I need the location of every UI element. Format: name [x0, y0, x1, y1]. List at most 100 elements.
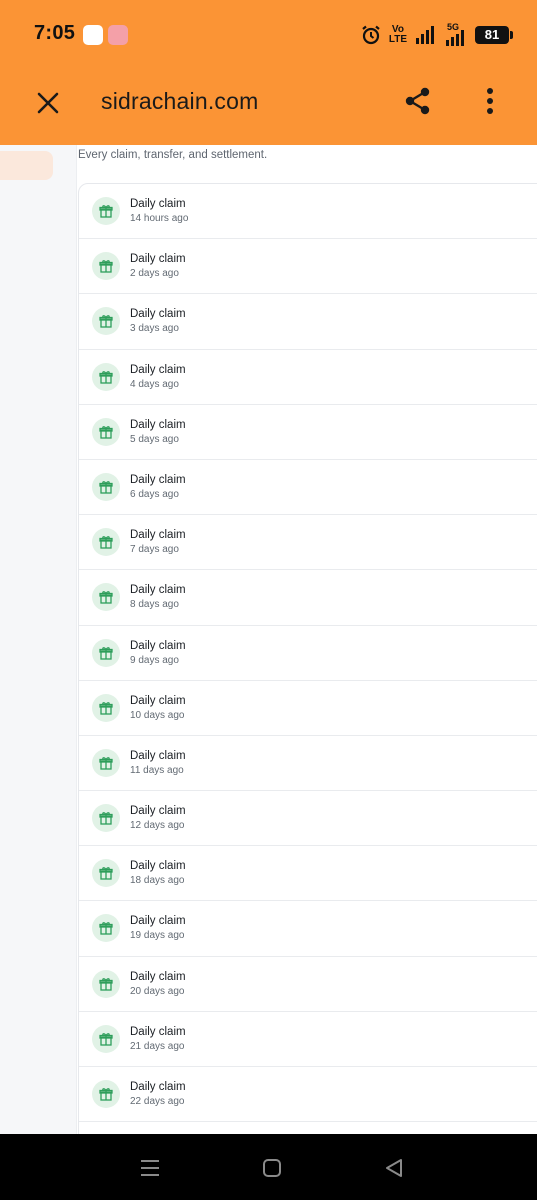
activity-row[interactable]: Daily claim 19 days ago [79, 901, 537, 957]
activity-row[interactable]: Daily claim 11 days ago [79, 736, 537, 792]
activity-title: Daily claim [130, 970, 186, 983]
activity-title: Daily claim [130, 1025, 186, 1038]
share-button[interactable] [400, 83, 436, 119]
gift-icon [92, 859, 120, 888]
activity-time: 7 days ago [130, 544, 179, 556]
activity-row[interactable]: Daily claim 18 days ago [79, 846, 537, 902]
activity-row[interactable]: Daily claim 4 days ago [79, 350, 537, 405]
gift-icon [92, 638, 120, 667]
activity-title: Daily claim [130, 584, 186, 597]
activity-title: Daily claim [130, 198, 186, 210]
activity-title: Daily claim [130, 308, 186, 321]
activity-title: Daily claim [130, 253, 186, 266]
activity-time: 10 days ago [130, 709, 185, 721]
gift-icon [92, 748, 120, 777]
url-text[interactable]: sidrachain.com [101, 88, 258, 115]
activity-row[interactable]: Daily claim 9 days ago [79, 626, 537, 681]
activity-row[interactable]: Daily claim 5 days ago [79, 405, 537, 460]
activity-time: 18 days ago [130, 875, 185, 887]
more-vert-icon [487, 88, 493, 114]
status-time: 7:05 [34, 22, 76, 44]
browser-toolbar: sidrachain.com [0, 68, 537, 145]
activity-title: Daily claim [130, 363, 186, 376]
activity-time: 3 days ago [130, 323, 179, 335]
activity-row[interactable]: Daily claim 6 days ago [79, 460, 537, 516]
activity-title: Daily claim [130, 473, 186, 486]
activity-row[interactable]: Daily claim 3 days ago [79, 294, 537, 350]
activity-time: 5 days ago [130, 433, 179, 445]
activity-row[interactable]: Daily claim 14 hours ago [79, 184, 537, 240]
app-notification-icon [108, 25, 128, 45]
activity-time: 12 days ago [130, 820, 185, 832]
share-icon [405, 87, 430, 115]
home-square-icon [263, 1159, 281, 1177]
web-page: Every claim, transfer, and settlement. D… [0, 145, 537, 1134]
activity-time: 21 days ago [130, 1040, 185, 1052]
more-options-button[interactable] [472, 83, 508, 119]
activity-row[interactable]: Daily claim 20 days ago [79, 957, 537, 1012]
alarm-icon [362, 25, 380, 45]
activity-title: Daily claim [130, 639, 186, 652]
gift-icon [92, 1024, 120, 1053]
battery-indicator: 81 [475, 26, 513, 44]
activity-title: Daily claim [130, 694, 186, 707]
gift-icon [92, 969, 120, 998]
activity-time: 20 days ago [130, 985, 185, 997]
activity-title: Daily claim [130, 860, 186, 873]
gift-icon [92, 583, 120, 612]
app-notification-icon [83, 25, 103, 45]
gift-icon [92, 417, 120, 446]
activity-list: Daily claim 14 hours ago Daily claim 2 days… [78, 183, 537, 1134]
gift-icon [92, 804, 120, 833]
activity-time: 4 days ago [130, 378, 179, 390]
close-icon [37, 92, 59, 114]
activity-row[interactable]: Daily claim 7 days ago [79, 515, 537, 571]
signal-icon [416, 26, 434, 44]
gift-icon [92, 1080, 120, 1108]
gift-icon [92, 307, 120, 336]
activity-title: Daily claim [130, 529, 186, 542]
page-subtitle: Every claim, transfer, and settlement. [78, 149, 268, 161]
gift-icon [92, 197, 120, 225]
gift-icon [92, 914, 120, 943]
activity-title: Daily claim [130, 1081, 186, 1093]
browser-header: 7:05 Vo LTE 5G 81 sidrachain.com [0, 0, 537, 145]
signal-5g-indicator: 5G [443, 22, 467, 46]
activity-time: 9 days ago [130, 654, 179, 666]
sidebar [0, 145, 77, 1134]
system-nav-bar [0, 1134, 537, 1200]
activity-title: Daily claim [130, 418, 186, 431]
activity-row[interactable]: Daily claim 22 days ago [79, 1067, 537, 1123]
activity-time: 8 days ago [130, 599, 179, 611]
activity-title: Daily claim [130, 749, 186, 762]
close-button[interactable] [30, 85, 66, 121]
gift-icon [92, 362, 120, 391]
gift-icon [92, 693, 120, 722]
activity-time: 19 days ago [130, 930, 185, 942]
back-triangle-icon [386, 1159, 402, 1177]
activity-time: 6 days ago [130, 488, 179, 500]
activity-row[interactable]: Daily claim 2 days ago [79, 239, 537, 295]
activity-row[interactable] [79, 1122, 537, 1134]
recent-apps-button[interactable] [137, 1155, 163, 1181]
activity-row[interactable]: Daily claim 21 days ago [79, 1012, 537, 1067]
activity-title: Daily claim [130, 915, 186, 928]
activity-row[interactable]: Daily claim 12 days ago [79, 791, 537, 847]
status-indicators: Vo LTE 5G 81 [361, 22, 513, 48]
sidebar-active-item[interactable] [0, 151, 53, 180]
home-button[interactable] [259, 1155, 285, 1181]
activity-time: 11 days ago [130, 764, 184, 776]
activity-row[interactable]: Daily claim 10 days ago [79, 681, 537, 736]
status-bar: 7:05 Vo LTE 5G 81 [0, 0, 537, 68]
activity-time: 2 days ago [130, 268, 179, 280]
menu-icon [141, 1160, 159, 1176]
gift-icon [92, 252, 120, 281]
gift-icon [92, 528, 120, 557]
back-button[interactable] [381, 1155, 407, 1181]
activity-time: 14 hours ago [130, 213, 189, 224]
activity-title: Daily claim [130, 805, 186, 818]
gift-icon [92, 472, 120, 501]
volte-indicator: Vo LTE [388, 24, 407, 45]
activity-row[interactable]: Daily claim 8 days ago [79, 570, 537, 626]
activity-time: 22 days ago [130, 1096, 185, 1107]
